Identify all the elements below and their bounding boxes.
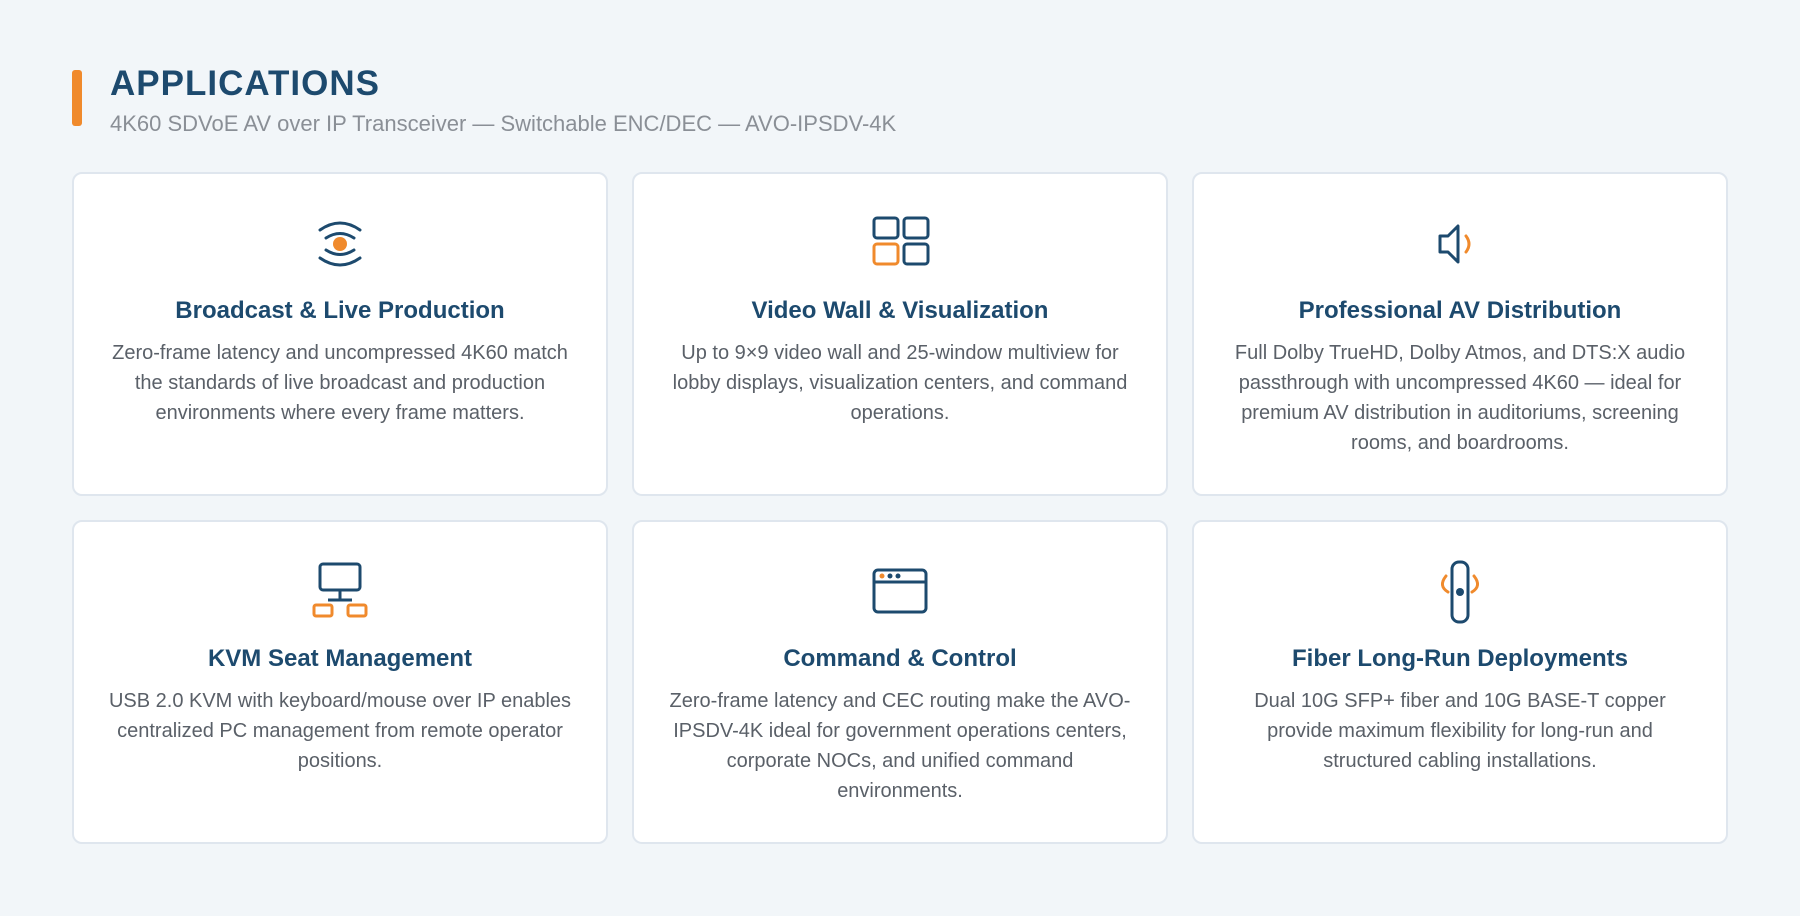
- application-card-kvm: KVM Seat Management USB 2.0 KVM with key…: [72, 520, 608, 844]
- applications-grid: Broadcast & Live Production Zero-frame l…: [72, 172, 1728, 844]
- application-card-broadcast: Broadcast & Live Production Zero-frame l…: [72, 172, 608, 496]
- application-card-av-distribution: Professional AV Distribution Full Dolby …: [1192, 172, 1728, 496]
- card-description: Dual 10G SFP+ fiber and 10G BASE-T coppe…: [1254, 690, 1666, 772]
- video-wall-icon: [872, 216, 930, 266]
- application-card-command-control: Command & Control Zero-frame latency and…: [632, 520, 1168, 844]
- card-title: Fiber Long-Run Deployments: [1292, 645, 1628, 672]
- card-title: Command & Control: [783, 645, 1017, 672]
- card-description: Full Dolby TrueHD, Dolby Atmos, and DTS:…: [1234, 342, 1686, 454]
- card-description: Up to 9×9 video wall and 25-window multi…: [672, 342, 1128, 424]
- card-description: Zero-frame latency and uncompressed 4K60…: [112, 342, 568, 424]
- card-description: USB 2.0 KVM with keyboard/mouse over IP …: [108, 690, 572, 772]
- speaker-icon: [1438, 224, 1471, 264]
- header-text: APPLICATIONS 4K60 SDVoE AV over IP Trans…: [110, 64, 896, 136]
- page-subtitle: 4K60 SDVoE AV over IP Transceiver — Swit…: [110, 111, 897, 136]
- card-title: Broadcast & Live Production: [175, 297, 505, 324]
- broadcast-icon: [318, 221, 362, 267]
- fiber-cable-icon: [1441, 560, 1479, 624]
- application-card-video-wall: Video Wall & Visualization Up to 9×9 vid…: [632, 172, 1168, 496]
- card-title: Professional AV Distribution: [1298, 297, 1622, 324]
- card-description: Zero-frame latency and CEC routing make …: [669, 690, 1131, 802]
- browser-window-icon: [872, 568, 928, 614]
- card-title: KVM Seat Management: [207, 645, 473, 672]
- section-header: APPLICATIONS 4K60 SDVoE AV over IP Trans…: [72, 64, 896, 136]
- page-title: APPLICATIONS: [110, 64, 380, 103]
- kvm-network-icon: [312, 562, 368, 618]
- application-card-fiber: Fiber Long-Run Deployments Dual 10G SFP+…: [1192, 520, 1728, 844]
- card-title: Video Wall & Visualization: [751, 297, 1049, 324]
- accent-bar: [72, 70, 82, 126]
